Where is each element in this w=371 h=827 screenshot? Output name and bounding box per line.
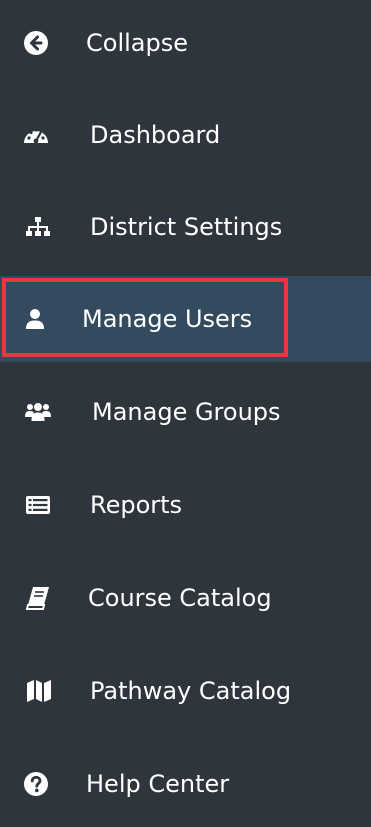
sidebar-item-collapse[interactable]: Collapse (0, 0, 371, 86)
sidebar-item-label: Collapse (86, 29, 188, 57)
sidebar: Collapse Dashboard District Settings Man… (0, 0, 371, 824)
arrow-left-circle-icon (22, 29, 50, 57)
sidebar-item-help-center[interactable]: Help Center (0, 741, 371, 827)
sidebar-item-label: Dashboard (90, 121, 221, 149)
sidebar-item-label: District Settings (90, 213, 283, 241)
sidebar-item-district-settings[interactable]: District Settings (0, 184, 371, 270)
user-icon (21, 305, 49, 333)
map-icon (25, 677, 53, 705)
sidebar-item-label: Reports (90, 491, 183, 519)
sidebar-item-label: Help Center (86, 770, 230, 798)
sidebar-item-manage-groups[interactable]: Manage Groups (0, 369, 371, 455)
sidebar-item-label: Course Catalog (88, 584, 272, 612)
tachometer-icon (22, 121, 50, 149)
sidebar-item-label: Pathway Catalog (90, 677, 292, 705)
sidebar-item-reports[interactable]: Reports (0, 462, 371, 548)
sidebar-item-course-catalog[interactable]: Course Catalog (0, 555, 371, 641)
book-icon (24, 584, 52, 612)
list-report-icon (24, 491, 52, 519)
sidebar-item-label: Manage Users (82, 305, 253, 333)
sidebar-item-pathway-catalog[interactable]: Pathway Catalog (0, 648, 371, 734)
sidebar-item-dashboard[interactable]: Dashboard (0, 92, 371, 178)
question-circle-icon (22, 770, 50, 798)
sidebar-item-manage-users[interactable]: Manage Users (0, 276, 371, 362)
sitemap-icon (24, 213, 52, 241)
users-icon (24, 398, 52, 426)
sidebar-item-label: Manage Groups (92, 398, 281, 426)
